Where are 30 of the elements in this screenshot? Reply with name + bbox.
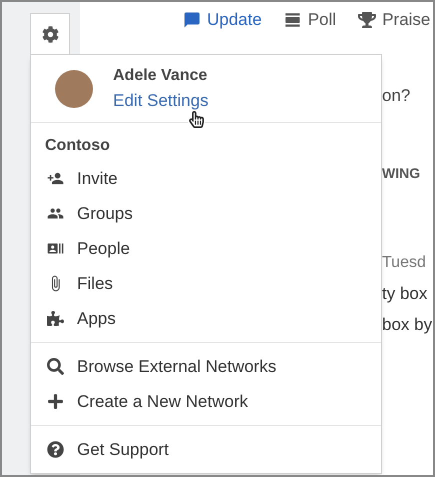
person-add-icon <box>46 170 64 187</box>
feed-text: ty box <box>382 282 428 304</box>
help-icon <box>46 441 64 458</box>
menu-item[interactable]: Get Support <box>31 432 381 467</box>
menu-item[interactable]: Browse External Networks <box>31 349 381 384</box>
toolbar-tab[interactable]: Poll <box>284 7 336 33</box>
toolbar-tab[interactable]: Update <box>183 7 262 33</box>
search-icon <box>46 358 64 375</box>
edit-settings-link[interactable]: Edit Settings <box>113 88 208 114</box>
menu-item[interactable]: Invite <box>31 161 381 196</box>
settings-tab[interactable] <box>30 13 70 57</box>
menu-item[interactable]: People <box>31 231 381 266</box>
network-title: Contoso <box>44 136 111 156</box>
feed-text: Tuesd <box>382 252 427 272</box>
feed-text: WING <box>382 164 422 182</box>
feed-text: on? <box>382 85 412 107</box>
menu-item[interactable]: Files <box>31 266 381 301</box>
avatar <box>55 70 93 108</box>
user-name: Adele Vance <box>113 66 208 86</box>
gear-icon <box>42 26 58 43</box>
menu-item[interactable]: Apps <box>31 301 381 336</box>
feed-text: box by <box>382 314 433 336</box>
chat-bubble-icon <box>183 11 201 29</box>
menu-item[interactable]: Groups <box>31 196 381 231</box>
toolbar-tab[interactable]: Praise <box>358 7 430 33</box>
trophy-icon <box>358 11 376 29</box>
menu-item[interactable]: Create a New Network <box>31 384 381 419</box>
puzzle-icon <box>46 310 64 327</box>
poll-icon <box>284 11 302 29</box>
plus-icon <box>46 393 64 410</box>
